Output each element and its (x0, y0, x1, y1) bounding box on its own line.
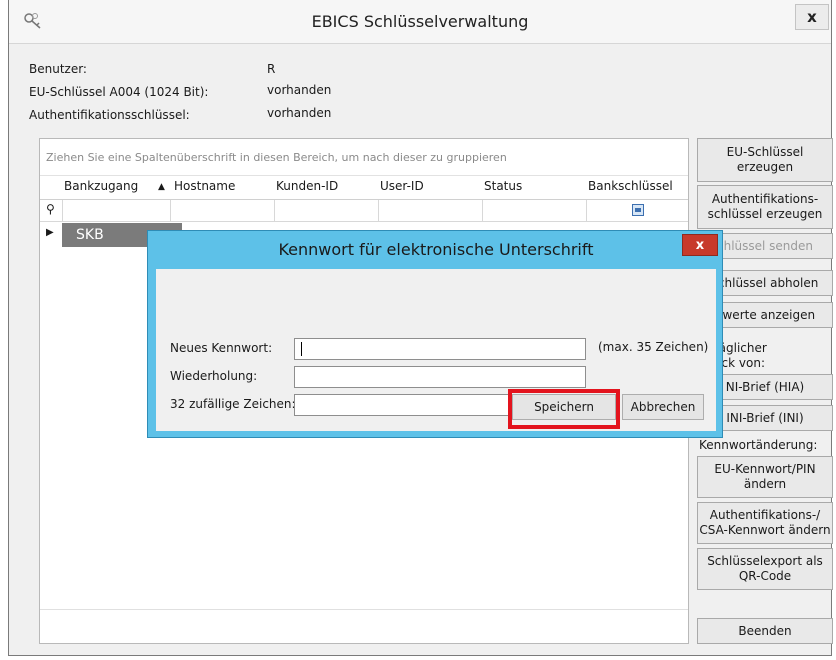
eu-key-generate-button[interactable]: EU-Schlüssel erzeugen (697, 138, 833, 182)
group-by-hint: Ziehen Sie eine Spaltenüberschrift in di… (46, 151, 507, 164)
divider (170, 200, 171, 222)
title-bar: EBICS Schlüsselverwaltung x (9, 0, 831, 44)
divider (40, 609, 688, 610)
eu-key-value: vorhanden (267, 83, 332, 97)
filter-row[interactable]: ⚲ (40, 200, 688, 222)
pin-icon: ⚲ (46, 202, 55, 216)
new-password-input[interactable] (294, 338, 586, 360)
dialog-title: Kennwort für elektronische Unterschrift (278, 240, 594, 259)
window-close-button[interactable]: x (795, 4, 829, 30)
eu-key-label: EU-Schlüssel A004 (1024 Bit): (29, 85, 209, 99)
quit-button[interactable]: Beenden (697, 618, 833, 644)
new-password-label: Neues Kennwort: (170, 341, 273, 355)
bankzugang-value: SKB (76, 227, 104, 243)
auth-key-generate-button[interactable]: Authentifikations-schlüssel erzeugen (697, 185, 833, 229)
window-title: EBICS Schlüsselverwaltung (311, 12, 529, 31)
password-change-label: Kennwortänderung: (699, 438, 818, 452)
user-label: Benutzer: (29, 62, 87, 76)
divider (378, 200, 379, 222)
column-header-hostname[interactable]: Hostname (174, 179, 235, 193)
divider (586, 200, 587, 222)
user-value: R (267, 62, 276, 76)
divider (62, 200, 63, 222)
bankschluessel-filter-checkbox[interactable] (632, 204, 644, 216)
divider (274, 200, 275, 222)
save-button-highlight (508, 389, 620, 429)
auth-key-label: Authentifikationsschlüssel: (29, 108, 190, 122)
sort-ascending-icon: ▲ (158, 182, 165, 192)
divider (482, 200, 483, 222)
text-caret (301, 342, 302, 356)
cancel-button[interactable]: Abbrechen (622, 394, 704, 420)
repeat-label: Wiederholung: (170, 369, 258, 383)
auth-csa-password-change-button[interactable]: Authentifikations-/ CSA-Kennwort ändern (697, 502, 833, 544)
random-chars-label: 32 zufällige Zeichen: (170, 397, 296, 411)
column-header-bankzugang[interactable]: Bankzugang (64, 179, 138, 193)
dialog-close-button[interactable]: x (682, 234, 718, 256)
column-header-bankschluessel[interactable]: Bankschlüssel (588, 179, 673, 193)
key-export-qr-button[interactable]: Schlüsselexport als QR-Code (697, 548, 833, 590)
auth-key-value: vorhanden (267, 106, 332, 120)
column-header-user-id[interactable]: User-ID (380, 179, 424, 193)
repeat-password-input[interactable] (294, 366, 586, 388)
eu-password-change-button[interactable]: EU-Kennwort/PIN ändern (697, 456, 833, 498)
column-header-status[interactable]: Status (484, 179, 522, 193)
max-length-hint: (max. 35 Zeichen) (598, 340, 709, 354)
row-indicator-icon: ▶ (46, 227, 54, 238)
divider (40, 175, 688, 176)
column-header-kunden-id[interactable]: Kunden-ID (276, 179, 338, 193)
